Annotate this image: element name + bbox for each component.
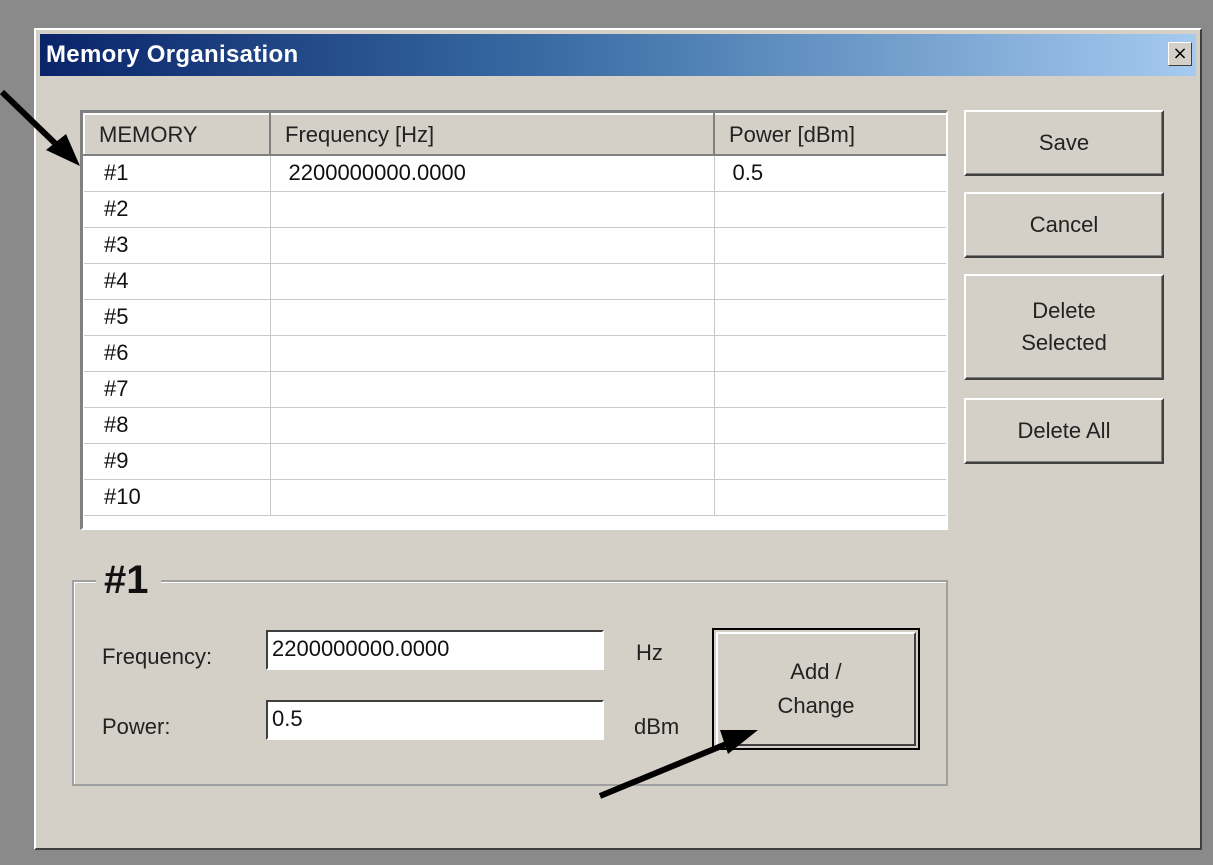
arrow-to-first-row-icon — [0, 89, 80, 166]
arrow-to-add-change-icon — [598, 730, 758, 799]
annotation-arrows — [0, 89, 758, 799]
